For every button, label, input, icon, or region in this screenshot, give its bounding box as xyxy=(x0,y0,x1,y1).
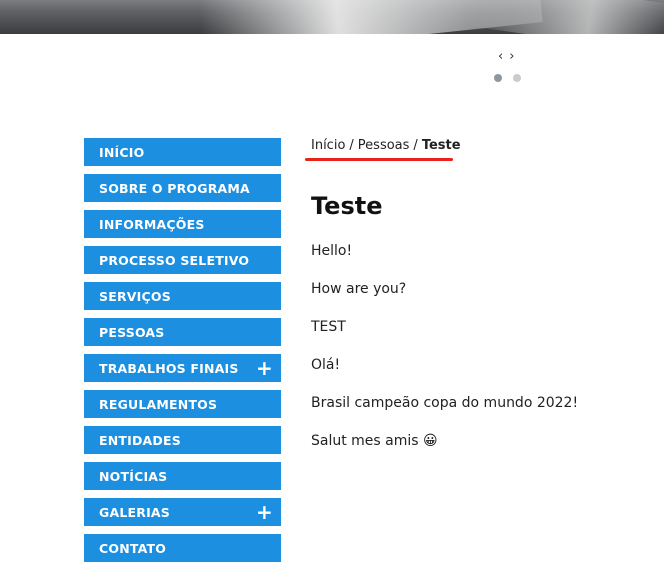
sidebar-item-label: PROCESSO SELETIVO xyxy=(99,252,250,268)
breadcrumb-link-home[interactable]: Início xyxy=(311,138,345,154)
sidebar-item-entidades[interactable]: ENTIDADES xyxy=(84,426,281,454)
main-content: Início / Pessoas / Teste Teste Hello! Ho… xyxy=(305,138,651,449)
body-paragraph: Brasil campeão copa do mundo 2022! xyxy=(311,395,579,411)
slider-dot-2[interactable] xyxy=(513,74,521,82)
hero-banner-image xyxy=(0,0,664,34)
sidebar-item-galerias[interactable]: GALERIAS + xyxy=(84,498,281,526)
breadcrumb-current: Teste xyxy=(421,138,461,153)
slider-controls: ‹ › xyxy=(498,50,514,64)
breadcrumb-separator: / xyxy=(349,138,354,153)
slider-dot-1[interactable] xyxy=(494,74,502,82)
body-paragraph: TEST xyxy=(311,319,346,335)
body-paragraph: Olá! xyxy=(311,357,341,373)
sidebar-item-trabalhos-finais[interactable]: TRABALHOS FINAIS + xyxy=(84,354,281,382)
page-body: Hello! How are you? TEST Olá! Brasil cam… xyxy=(311,243,651,471)
sidebar-item-label: REGULAMENTOS xyxy=(99,396,218,412)
sidebar-item-label: PESSOAS xyxy=(99,324,165,340)
sidebar-item-noticias[interactable]: NOTÍCIAS xyxy=(84,462,281,490)
slider-pagination xyxy=(494,74,521,82)
plus-icon[interactable]: + xyxy=(256,502,273,522)
sidebar-item-label: SOBRE O PROGRAMA xyxy=(99,180,250,196)
sidebar-item-label: SERVIÇOS xyxy=(99,288,171,304)
body-paragraph: How are you? xyxy=(311,281,407,297)
sidebar-item-servicos[interactable]: SERVIÇOS xyxy=(84,282,281,310)
page-title: Teste xyxy=(311,192,383,220)
breadcrumb: Início / Pessoas / Teste xyxy=(311,138,651,154)
breadcrumb-separator: / xyxy=(413,138,418,153)
sidebar-menu: INÍCIO SOBRE O PROGRAMA INFORMAÇÕES PROC… xyxy=(84,138,281,570)
sidebar-item-label: INÍCIO xyxy=(99,144,145,160)
sidebar-item-label: NOTÍCIAS xyxy=(99,468,168,484)
breadcrumb-highlight-underline xyxy=(305,158,453,161)
body-paragraph: Hello! xyxy=(311,243,353,259)
sidebar-item-label: INFORMAÇÕES xyxy=(99,216,205,232)
sidebar-item-label: TRABALHOS FINAIS xyxy=(99,360,239,376)
sidebar-item-label: GALERIAS xyxy=(99,504,170,520)
plus-icon[interactable]: + xyxy=(256,358,273,378)
sidebar-item-label: ENTIDADES xyxy=(99,432,181,448)
sidebar-item-processo-seletivo[interactable]: PROCESSO SELETIVO xyxy=(84,246,281,274)
sidebar-item-contato[interactable]: CONTATO xyxy=(84,534,281,562)
next-arrow-icon[interactable]: › xyxy=(509,50,514,64)
sidebar-item-regulamentos[interactable]: REGULAMENTOS xyxy=(84,390,281,418)
sidebar-item-inicio[interactable]: INÍCIO xyxy=(84,138,281,166)
sidebar-item-informacoes[interactable]: INFORMAÇÕES xyxy=(84,210,281,238)
sidebar-item-sobre-o-programa[interactable]: SOBRE O PROGRAMA xyxy=(84,174,281,202)
sidebar-item-label: CONTATO xyxy=(99,540,167,556)
breadcrumb-link-section[interactable]: Pessoas xyxy=(358,138,410,154)
prev-arrow-icon[interactable]: ‹ xyxy=(498,50,503,64)
sidebar-item-pessoas[interactable]: PESSOAS xyxy=(84,318,281,346)
body-paragraph: Salut mes amis 😀 xyxy=(311,433,438,449)
